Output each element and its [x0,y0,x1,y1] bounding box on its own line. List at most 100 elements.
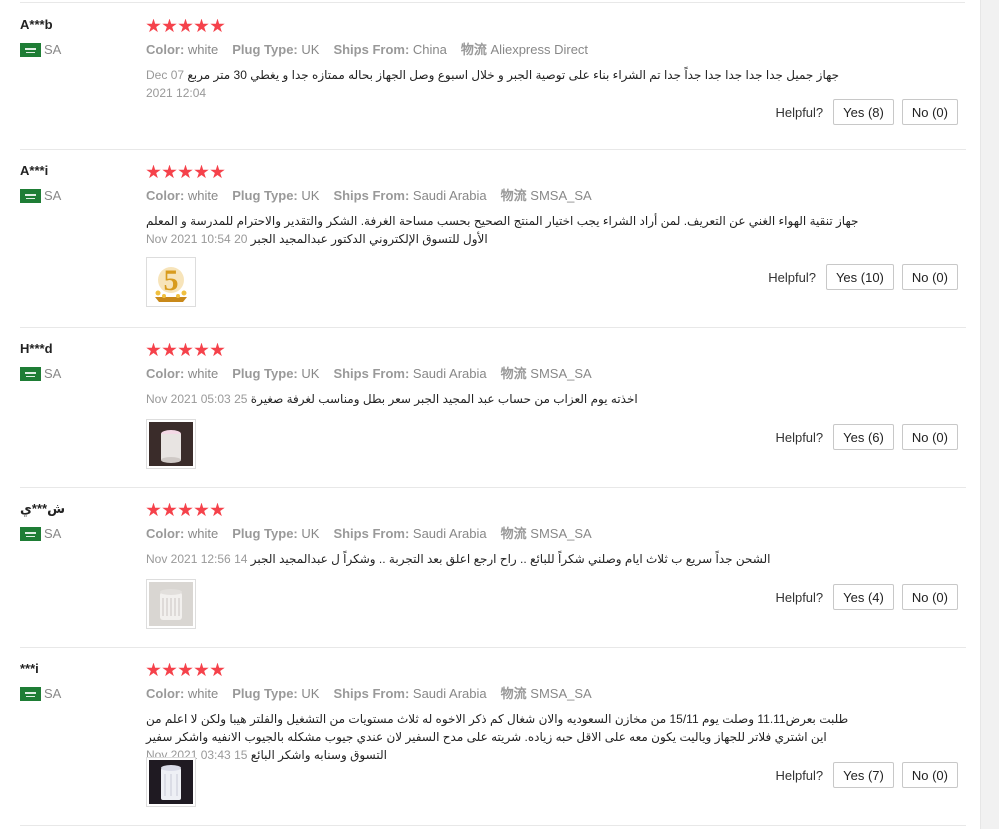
review-date: 20 Nov 2021 10:54 [146,232,248,246]
review-photo[interactable] [146,757,196,807]
helpful-yes-button[interactable]: Yes (7) [833,762,894,788]
review-text-main: جهاز جميل جدا جدا جدا جدا جداً جدا تم ال… [187,68,840,82]
star-icon [146,164,161,179]
ships-from-label: Ships From: [333,366,410,381]
plug-type-value: UK [301,366,320,381]
star-icon [194,502,209,517]
plug-type-value: UK [301,686,320,701]
star-rating [146,163,966,181]
color-label: Color: [146,366,185,381]
five-star-badge-icon: 5 [155,264,187,302]
air-purifier-photo-icon [149,760,193,804]
plug-type-value: UK [301,526,320,541]
plug-type-label: Plug Type: [232,366,298,381]
review-item: H***d SA Color: white Plug Type: UK Ship… [20,327,966,488]
helpful-label: Helpful? [775,104,824,120]
review-text: جهاز جميل جدا جدا جدا جدا جداً جدا تم ال… [146,66,866,102]
helpful-no-button[interactable]: No (0) [901,762,958,788]
helpful-vote: Helpful? Yes (6) No (0) [775,424,958,450]
star-icon [210,342,225,357]
review-text: اخذته يوم العزاب من حساب عبد المجيد الجب… [146,390,866,408]
plug-type-label: Plug Type: [232,526,298,541]
color-value: white [187,366,219,381]
vertical-scrollbar[interactable] [980,0,999,829]
star-icon [162,18,177,33]
star-icon [178,18,193,33]
reviewer-info: H***d SA [20,341,130,381]
reviewer-info: ***i SA [20,661,130,701]
color-label: Color: [146,42,185,57]
svg-text:5: 5 [164,264,179,297]
review-item: A***i SA Color: white Plug Type: UK Ship… [20,149,966,328]
helpful-vote: Helpful? Yes (10) No (0) [768,264,958,290]
helpful-label: Helpful? [775,589,824,605]
helpful-no-button[interactable]: No (0) [901,424,958,450]
product-properties: Color: white Plug Type: UK Ships From: S… [146,366,966,382]
country-code: SA [44,42,62,57]
review-item: A***b SA Color: white Plug Type: UK Ship… [20,3,966,150]
ships-from-label: Ships From: [333,686,410,701]
review-photo[interactable]: 5 [146,257,196,307]
plug-type-value: UK [301,188,320,203]
star-icon [210,502,225,517]
logistics-value: SMSA_SA [530,526,592,541]
color-value: white [187,42,219,57]
country-code: SA [44,526,62,541]
logistics-label: 物流 [500,526,527,541]
plug-type-value: UK [301,42,320,57]
review-photo[interactable] [146,419,196,469]
product-properties: Color: white Plug Type: UK Ships From: S… [146,526,966,542]
reviewer-name: H***d [20,341,53,356]
ships-from-label: Ships From: [333,526,410,541]
helpful-yes-button[interactable]: Yes (8) [833,99,894,125]
helpful-no-button[interactable]: No (0) [901,584,958,610]
star-rating [146,17,966,35]
reviewer-country: SA [20,686,130,701]
saudi-flag-icon [20,526,41,541]
reviewer-name: A***b [20,17,53,32]
reviewer-name: A***i [20,163,49,178]
review-text-main: الشحن جداً سريع ب ثلاث ايام وصلني شكراً … [250,552,771,566]
helpful-no-button[interactable]: No (0) [901,264,958,290]
reviewer-country: SA [20,366,130,381]
helpful-yes-button[interactable]: Yes (4) [833,584,894,610]
country-code: SA [44,686,62,701]
logistics-label: 物流 [500,188,527,203]
review-photo[interactable] [146,579,196,629]
review-body: Color: white Plug Type: UK Ships From: C… [146,17,966,102]
air-purifier-photo-icon [149,422,193,466]
reviewer-info: ش***ي SA [20,501,130,541]
saudi-flag-icon [20,188,41,203]
plug-type-label: Plug Type: [232,188,298,203]
star-icon [178,342,193,357]
air-purifier-photo-icon [149,582,193,626]
helpful-yes-button[interactable]: Yes (10) [825,264,894,290]
reviewer-name: ش***ي [20,501,66,516]
star-icon [162,342,177,357]
ships-from-label: Ships From: [333,42,410,57]
logistics-value: SMSA_SA [530,188,592,203]
saudi-flag-icon [20,366,41,381]
color-label: Color: [146,188,185,203]
review-date: 25 Nov 2021 05:03 [146,392,248,406]
reviewer-country: SA [20,188,130,203]
star-icon [162,164,177,179]
product-properties: Color: white Plug Type: UK Ships From: S… [146,686,966,702]
ships-from-value: Saudi Arabia [412,366,487,381]
helpful-label: Helpful? [775,767,824,783]
ships-from-value: China [412,42,447,57]
star-icon [162,662,177,677]
review-text-signature: الدكتور عبدالمجيد الجبر [250,232,366,246]
logistics-label: 物流 [460,42,487,57]
helpful-vote: Helpful? Yes (8) No (0) [775,99,958,125]
helpful-vote: Helpful? Yes (7) No (0) [775,762,958,788]
review-text: طلبت بعرض11.11 وصلت يوم 15/11 من مخازن ا… [146,710,866,764]
star-icon [210,18,225,33]
saudi-flag-icon [20,42,41,57]
product-properties: Color: white Plug Type: UK Ships From: S… [146,188,966,204]
ships-from-value: Saudi Arabia [412,188,487,203]
helpful-no-button[interactable]: No (0) [901,99,958,125]
reviewer-info: A***i SA [20,163,130,203]
ships-from-value: Saudi Arabia [412,526,487,541]
helpful-yes-button[interactable]: Yes (6) [833,424,894,450]
